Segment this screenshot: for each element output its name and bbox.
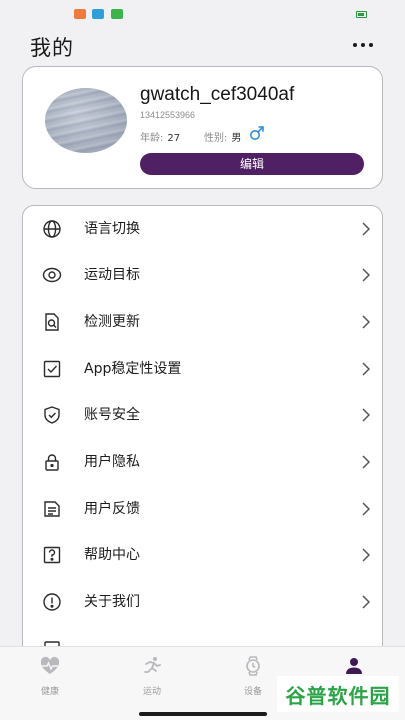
menu-item-label: 用户反馈 [84,501,140,517]
help-icon [43,546,61,564]
age-info: 年龄: 27 [140,129,180,144]
my-page: 我的 gwatch_cef3040af 13412553966 年龄: 27 性别… [0,0,405,720]
profile-card[interactable]: gwatch_cef3040af 13412553966 年龄: 27 性别: 男 … [22,66,383,189]
tab-label: 健康 [40,687,59,697]
info-icon [43,593,61,611]
settings-menu: 语言切换 运动目标 检测更新 App稳定性设置 账号安全 用户隐私 用户反馈 帮… [22,205,383,675]
menu-item-account-security[interactable]: 账号安全 [23,392,382,438]
chevron-right-icon [362,408,370,422]
feedback-icon [44,501,60,517]
target-icon [42,267,62,283]
menu-item-label: 语言切换 [84,221,140,237]
menu-item-privacy[interactable]: 用户隐私 [23,439,382,485]
menu-item-check-update[interactable]: 检测更新 [23,299,382,345]
page-title: 我的 [30,36,74,60]
phone-number: 13412553966 [140,110,196,120]
battery-icon [356,11,367,18]
tab-label: 设备 [243,687,262,697]
chevron-right-icon [362,595,370,609]
notification-app-icon [74,9,86,19]
chevron-right-icon [362,455,370,469]
username: gwatch_cef3040af [140,84,295,105]
menu-item-label: 检测更新 [84,314,140,330]
chevron-right-icon [362,315,370,329]
tab-sport[interactable]: 运动 [122,655,182,697]
watch-icon [246,656,260,676]
running-icon [144,657,161,673]
menu-item-app-stability[interactable]: App稳定性设置 [23,346,382,392]
tab-label: 运动 [142,687,161,697]
gender-info: 性别: 男 [204,129,241,144]
status-bar [0,0,405,28]
menu-item-language[interactable]: 语言切换 [23,206,382,252]
gender-value: 男 [231,133,242,144]
edit-button[interactable]: 编辑 [140,153,364,175]
more-icon[interactable] [353,40,373,50]
menu-item-label: 帮助中心 [84,547,140,563]
watermark: 谷普软件园 [277,676,399,712]
chevron-right-icon [362,268,370,282]
chevron-right-icon [362,362,370,376]
tab-device[interactable]: 设备 [223,655,283,697]
watermark-text: 谷普软件园 [285,683,391,708]
chevron-right-icon [362,502,370,516]
menu-item-help-center[interactable]: 帮助中心 [23,532,382,578]
gender-label: 性别: [204,133,228,144]
home-indicator [139,712,267,716]
menu-item-label: 用户隐私 [84,454,140,470]
male-symbol-icon [250,126,264,140]
avatar[interactable] [45,88,127,153]
person-icon [346,658,362,674]
menu-item-label: 关于我们 [84,594,140,610]
notification-app-icon [111,9,123,19]
age-value: 27 [167,133,181,144]
notification-app-icon [92,9,104,19]
heart-pulse-icon [40,656,60,674]
menu-item-about-us[interactable]: 关于我们 [23,579,382,625]
chevron-right-icon [362,548,370,562]
lock-icon [45,454,59,471]
menu-item-label: 账号安全 [84,407,140,423]
menu-item-feedback[interactable]: 用户反馈 [23,486,382,532]
update-search-icon [45,313,59,331]
checkbox-icon [43,360,61,378]
menu-item-label: App稳定性设置 [84,361,182,377]
menu-item-sport-goal[interactable]: 运动目标 [23,252,382,298]
tab-health[interactable]: 健康 [20,655,80,697]
globe-icon [43,220,61,238]
age-label: 年龄: [140,133,164,144]
chevron-right-icon [362,222,370,236]
shield-icon [44,406,60,424]
menu-item-label: 运动目标 [84,267,140,283]
